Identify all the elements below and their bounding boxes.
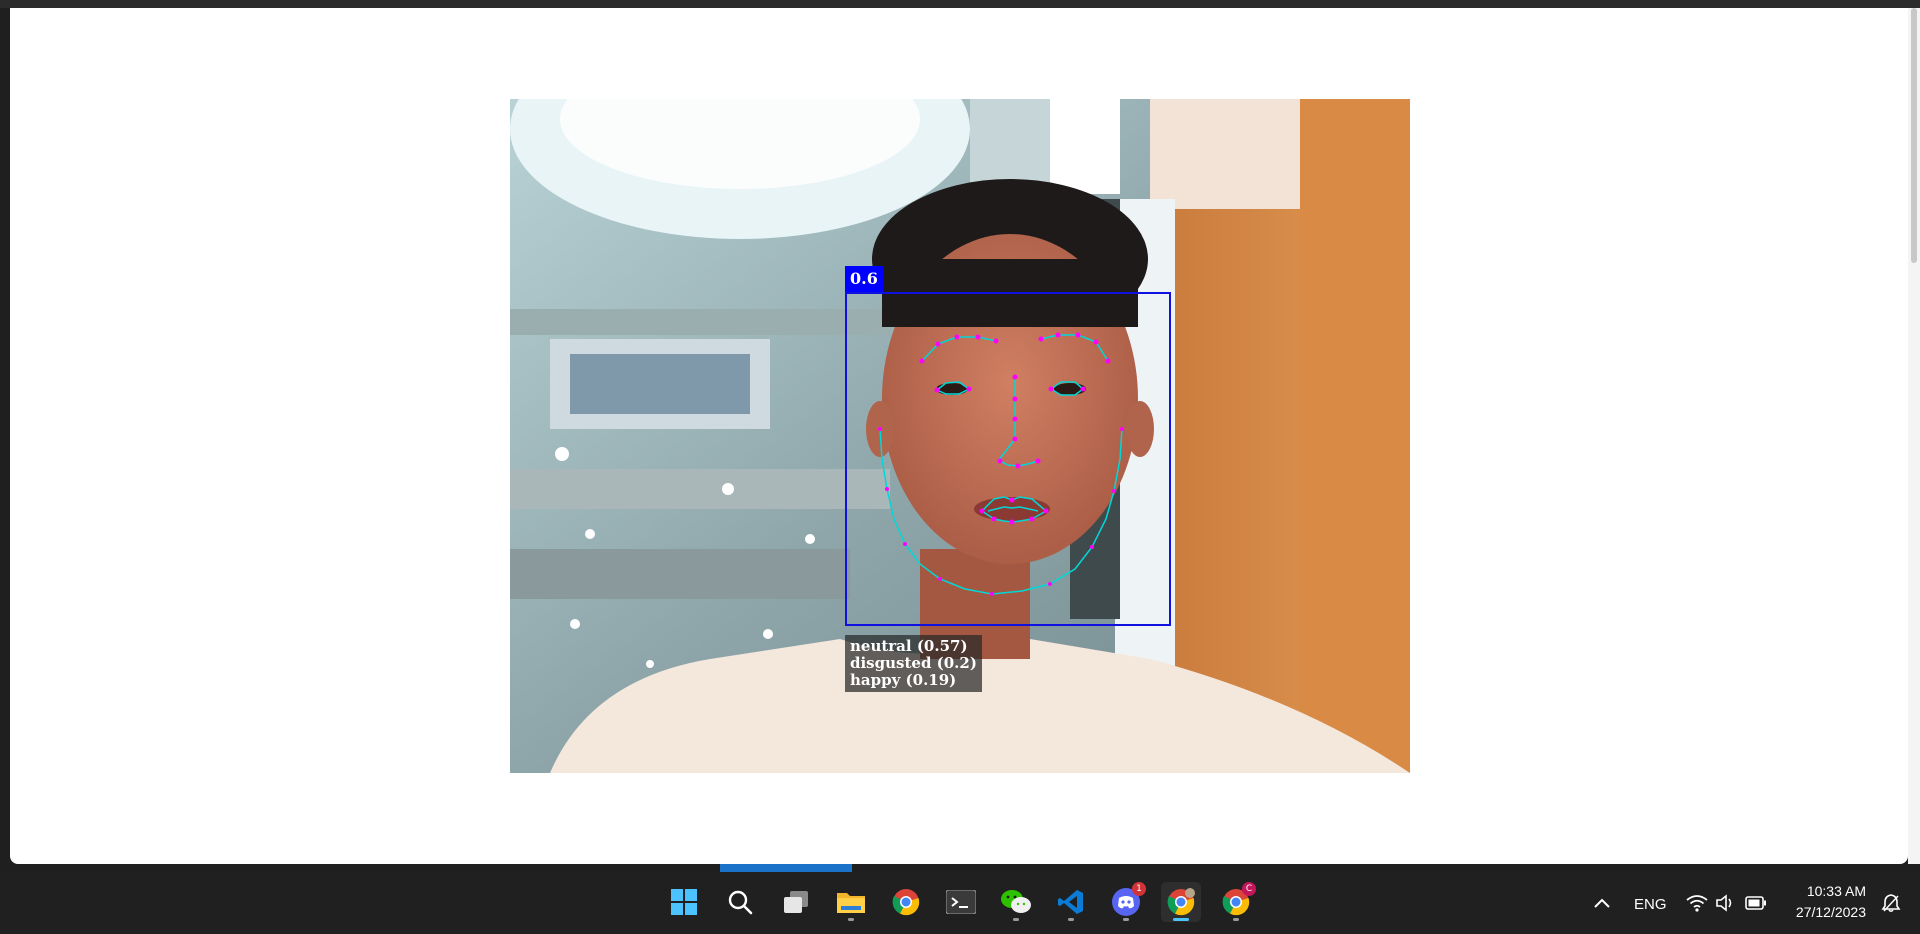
discord-icon[interactable]: 1 <box>1106 882 1146 922</box>
page-scrollbar[interactable] <box>1908 8 1920 864</box>
running-indicator <box>1123 918 1129 921</box>
volume-icon[interactable] <box>1710 888 1740 918</box>
wechat-icon[interactable] <box>996 882 1036 922</box>
expression-panel: neutral (0.57) disgusted (0.2) happy (0.… <box>845 635 982 692</box>
folder-icon[interactable] <box>831 882 871 922</box>
webcam-video-frame: 0.6 neutral (0.57) disgusted (0.2) happy… <box>510 99 1410 773</box>
running-indicator <box>1013 918 1019 921</box>
input-language-indicator[interactable]: ENG <box>1634 896 1667 913</box>
expression-disgusted: disgusted (0.2) <box>850 654 977 672</box>
face-bounding-box <box>845 292 1171 626</box>
running-indicator <box>848 918 854 921</box>
running-indicator <box>1068 918 1074 921</box>
search-icon[interactable] <box>720 882 760 922</box>
chrome-profile-icon[interactable] <box>1161 882 1201 922</box>
chrome-profile-c-icon[interactable]: C <box>1216 882 1256 922</box>
expression-neutral: neutral (0.57) <box>850 637 968 655</box>
running-indicator <box>1233 918 1239 921</box>
chevron-up-icon[interactable] <box>1582 885 1622 921</box>
detection-score-badge: 0.6 <box>845 266 883 292</box>
browser-content-area: 0.6 neutral (0.57) disgusted (0.2) happy… <box>10 8 1908 864</box>
notification-bell-icon[interactable] <box>1876 888 1906 918</box>
discord-notification-badge: 1 <box>1132 882 1146 896</box>
windows-start-icon[interactable] <box>664 882 704 922</box>
chrome-icon[interactable] <box>886 882 926 922</box>
vscode-icon[interactable] <box>1051 882 1091 922</box>
chrome-profile-badge: C <box>1242 882 1256 896</box>
scrollbar-thumb[interactable] <box>1911 8 1917 263</box>
expression-happy: happy (0.19) <box>850 671 957 689</box>
wifi-icon[interactable] <box>1682 888 1712 918</box>
active-window-indicator <box>1173 918 1189 921</box>
taskbar: 1 C ENG 10:33 AM 27/12/2023 <box>0 872 1920 934</box>
clock-time[interactable]: 10:33 AM <box>1788 883 1866 899</box>
clock-date[interactable]: 27/12/2023 <box>1780 904 1866 920</box>
battery-icon[interactable] <box>1741 888 1771 918</box>
terminal-icon[interactable] <box>941 882 981 922</box>
window-top-border <box>0 0 1920 8</box>
task-view-icon[interactable] <box>776 882 816 922</box>
